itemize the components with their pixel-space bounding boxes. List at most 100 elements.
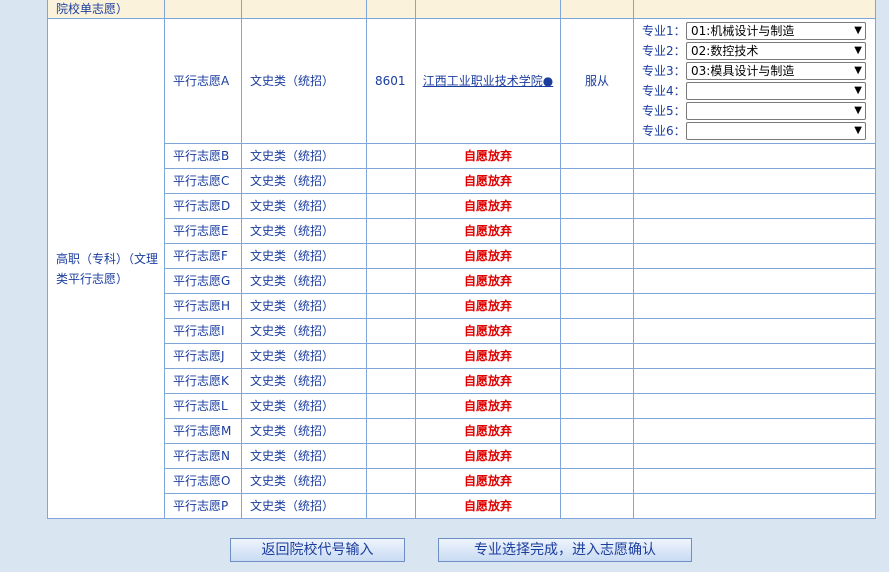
table-row: 平行志愿N 文史类（统招） 自愿放弃 — [48, 443, 876, 469]
status-text: 自愿放弃 — [415, 243, 561, 269]
major-cell — [633, 193, 876, 219]
choice-type: 文史类（统招） — [241, 368, 367, 394]
choice-type: 文史类（统招） — [241, 493, 367, 519]
major-label: 专业1： — [642, 24, 686, 38]
major-label: 专业2： — [642, 44, 686, 58]
choice-type: 文史类（统招） — [241, 193, 367, 219]
choice-name: 平行志愿O — [164, 468, 242, 494]
status-text: 自愿放弃 — [415, 418, 561, 444]
school-code: 8601 — [366, 18, 416, 144]
choice-type: 文史类（统招） — [241, 243, 367, 269]
status-text: 自愿放弃 — [415, 143, 561, 169]
table-row: 平行志愿J 文史类（统招） 自愿放弃 — [48, 343, 876, 369]
major-cell — [633, 493, 876, 519]
major-cell — [633, 393, 876, 419]
school-code — [366, 368, 416, 394]
obey-adjustment — [560, 418, 634, 444]
major-cell — [633, 443, 876, 469]
previous-category-cell: 院校单志愿） — [47, 0, 165, 19]
major-4-select[interactable]: ▼ — [686, 82, 866, 100]
table-row: 平行志愿K 文史类（统招） 自愿放弃 — [48, 368, 876, 394]
obey-adjustment — [560, 268, 634, 294]
status-text: 自愿放弃 — [415, 193, 561, 219]
choice-type: 文史类（统招） — [241, 443, 367, 469]
choice-name: 平行志愿J — [164, 343, 242, 369]
school-code — [366, 418, 416, 444]
choice-type: 文史类（统招） — [241, 268, 367, 294]
choice-name: 平行志愿K — [164, 368, 242, 394]
major-cell — [633, 168, 876, 194]
table-row: 平行志愿O 文史类（统招） 自愿放弃 — [48, 468, 876, 494]
table-row: 平行志愿I 文史类（统招） 自愿放弃 — [48, 318, 876, 344]
major-row: 专业6： ▼ — [642, 121, 875, 141]
major-cell — [633, 318, 876, 344]
major-row: 专业1： 01:机械设计与制造 ▼ — [642, 21, 875, 41]
choice-type: 文史类（统招） — [241, 293, 367, 319]
status-text: 自愿放弃 — [415, 268, 561, 294]
major-1-select[interactable]: 01:机械设计与制造 ▼ — [686, 22, 866, 40]
school-code — [366, 443, 416, 469]
status-text: 自愿放弃 — [415, 393, 561, 419]
major-5-select[interactable]: ▼ — [686, 102, 866, 120]
category-cell: 高职（专科）（文理类平行志愿） — [47, 18, 165, 519]
choice-name: 平行志愿C — [164, 168, 242, 194]
major-cell — [633, 243, 876, 269]
choice-name: 平行志愿I — [164, 318, 242, 344]
school-code — [366, 168, 416, 194]
confirm-major-selection-button[interactable]: 专业选择完成，进入志愿确认 — [438, 538, 692, 562]
table-row: 平行志愿C 文史类（统招） 自愿放弃 — [48, 168, 876, 194]
status-text: 自愿放弃 — [415, 168, 561, 194]
major-row: 专业3： 03:模具设计与制造 ▼ — [642, 61, 875, 81]
back-to-school-code-button[interactable]: 返回院校代号输入 — [230, 538, 405, 562]
choice-type: 文史类（统招） — [241, 343, 367, 369]
table-row: 平行志愿M 文史类（统招） 自愿放弃 — [48, 418, 876, 444]
obey-adjustment — [560, 143, 634, 169]
status-text: 自愿放弃 — [415, 218, 561, 244]
obey-adjustment — [560, 193, 634, 219]
choice-type: 文史类（统招） — [241, 143, 367, 169]
status-text: 自愿放弃 — [415, 443, 561, 469]
major-6-select[interactable]: ▼ — [686, 122, 866, 140]
choice-row-a: 高职（专科）（文理类平行志愿） 平行志愿A 文史类（统招） 8601 江西工业职… — [47, 18, 876, 519]
major-row: 专业2： 02:数控技术 ▼ — [642, 41, 875, 61]
school-code — [366, 393, 416, 419]
obey-adjustment — [560, 168, 634, 194]
status-text: 自愿放弃 — [415, 293, 561, 319]
volunteer-table: 院校单志愿） 高职（专科）（文理类平行志愿） 平行志愿A 文史类（统招） 860… — [47, 0, 876, 519]
table-row: 平行志愿H 文史类（统招） 自愿放弃 — [48, 293, 876, 319]
major-3-select[interactable]: 03:模具设计与制造 ▼ — [686, 62, 866, 80]
choice-type: 文史类（统招） — [241, 418, 367, 444]
school-code — [366, 293, 416, 319]
major-cell — [633, 343, 876, 369]
school-code — [366, 143, 416, 169]
school-code — [366, 468, 416, 494]
major-cell — [633, 468, 876, 494]
school-code — [366, 493, 416, 519]
school-name-link[interactable]: 江西工业职业技术学院● — [423, 74, 553, 88]
obey-adjustment — [560, 368, 634, 394]
major-label: 专业5： — [642, 104, 686, 118]
major-cell — [633, 293, 876, 319]
table-row: 平行志愿G 文史类（统招） 自愿放弃 — [48, 268, 876, 294]
choice-name: 平行志愿H — [164, 293, 242, 319]
obey-adjustment — [560, 393, 634, 419]
choice-type: 文史类（统招） — [241, 393, 367, 419]
major-cell — [633, 268, 876, 294]
major-cell — [633, 418, 876, 444]
obey-adjustment — [560, 493, 634, 519]
table-row: 平行志愿D 文史类（统招） 自愿放弃 — [48, 193, 876, 219]
obey-adjustment: 服从 — [560, 18, 634, 144]
choice-name: 平行志愿F — [164, 243, 242, 269]
obey-adjustment — [560, 318, 634, 344]
chevron-down-icon: ▼ — [854, 85, 862, 96]
status-text: 自愿放弃 — [415, 468, 561, 494]
status-text: 自愿放弃 — [415, 318, 561, 344]
status-text: 自愿放弃 — [415, 493, 561, 519]
choice-name: 平行志愿L — [164, 393, 242, 419]
school-code — [366, 193, 416, 219]
school-code — [366, 268, 416, 294]
major-2-select[interactable]: 02:数控技术 ▼ — [686, 42, 866, 60]
chevron-down-icon: ▼ — [854, 65, 862, 76]
choice-name: 平行志愿N — [164, 443, 242, 469]
major-row: 专业4： ▼ — [642, 81, 875, 101]
